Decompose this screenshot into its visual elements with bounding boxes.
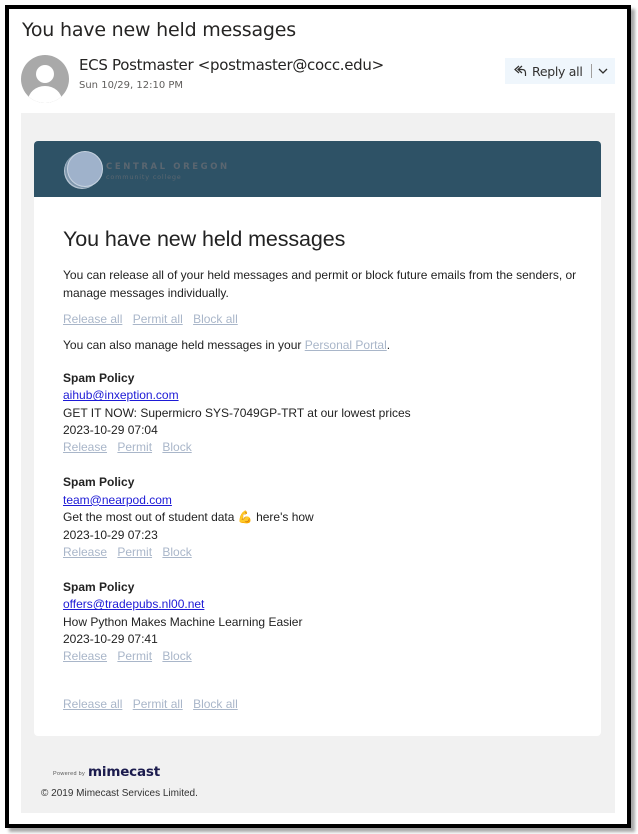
block-all-link[interactable]: Block all — [193, 697, 238, 711]
release-all-link[interactable]: Release all — [63, 312, 122, 326]
block-link[interactable]: Block — [162, 440, 191, 454]
message-datetime: 2023-10-29 07:41 — [63, 632, 158, 647]
header-banner: CENTRAL OREGON community college — [34, 141, 601, 197]
divider — [590, 64, 592, 78]
subject-text: Get the most out of student data — [63, 510, 238, 525]
release-link[interactable]: Release — [63, 545, 107, 559]
message-actions: Release Permit Block — [63, 544, 583, 561]
release-link[interactable]: Release — [63, 649, 107, 663]
personal-portal-link[interactable]: Personal Portal — [305, 338, 387, 352]
message-datetime: 2023-10-29 07:04 — [63, 422, 158, 437]
block-all-link[interactable]: Block all — [193, 312, 238, 326]
powered-by-text: Powered by — [53, 771, 86, 777]
reply-all-icon — [514, 65, 527, 76]
held-message-item: Spam Policy offers@tradepubs.nl00.net Ho… — [63, 579, 583, 665]
intro-text: You can release all of your held message… — [63, 268, 577, 300]
email-window: You have new held messages ECS Postmaste… — [5, 5, 631, 828]
message-actions: Release Permit Block — [63, 439, 583, 456]
avatar[interactable] — [21, 55, 69, 103]
flexed-biceps-icon: 💪 — [237, 510, 253, 525]
held-message-item: Spam Policy team@nearpod.com Get the mos… — [63, 474, 583, 561]
block-link[interactable]: Block — [162, 545, 191, 559]
permit-all-link[interactable]: Permit all — [133, 312, 183, 326]
portal-suffix: . — [386, 338, 391, 352]
message-subject: How Python Makes Machine Learning Easier — [63, 614, 303, 629]
footer: Powered by mimecast © 2019 Mimecast Serv… — [41, 764, 198, 799]
release-link[interactable]: Release — [63, 440, 107, 454]
portal-prefix: You can also manage held messages in you… — [63, 338, 305, 352]
mimecast-brand: mimecast — [88, 764, 160, 780]
avatar-body-icon — [28, 86, 62, 103]
logo-subtext: community college — [106, 173, 182, 181]
message-subject: GET IT NOW: Supermicro SYS-7049GP-TRT at… — [63, 405, 411, 420]
sender-link[interactable]: offers@tradepubs.nl00.net — [63, 597, 204, 611]
subject-suffix: here's how — [252, 510, 314, 525]
powered-by-mimecast-logo: Powered by mimecast — [41, 764, 198, 780]
copyright: © 2019 Mimecast Services Limited. — [41, 788, 198, 799]
message-actions: Release Permit Block — [63, 648, 583, 665]
notification-card: CENTRAL OREGON community college You hav… — [34, 141, 601, 736]
avatar-head-icon — [36, 65, 54, 83]
permit-link[interactable]: Permit — [117, 545, 152, 559]
permit-link[interactable]: Permit — [117, 649, 152, 663]
sent-date: Sun 10/29, 12:10 PM — [79, 80, 184, 91]
reply-all-label: Reply all — [532, 63, 583, 79]
chevron-down-icon[interactable] — [597, 65, 609, 77]
sender[interactable]: ECS Postmaster <postmaster@cocc.edu> — [79, 56, 384, 74]
permit-all-link[interactable]: Permit all — [133, 697, 183, 711]
held-message-item: Spam Policy aihub@inxeption.com GET IT N… — [63, 370, 583, 456]
policy-label: Spam Policy — [63, 475, 135, 490]
notification-content: You have new held messages You can relea… — [63, 227, 583, 711]
policy-label: Spam Policy — [63, 371, 135, 385]
sender-link[interactable]: team@nearpod.com — [63, 493, 172, 507]
portal-text: You can also manage held messages in you… — [63, 338, 583, 352]
message-datetime: 2023-10-29 07:23 — [63, 527, 158, 542]
logo-text: CENTRAL OREGON — [106, 162, 230, 172]
block-link[interactable]: Block — [162, 649, 191, 663]
sender-link[interactable]: aihub@inxeption.com — [63, 388, 179, 402]
email-subject: You have new held messages — [22, 19, 296, 41]
message-subject: Get the most out of student data 💪 here'… — [63, 509, 583, 526]
notification-heading: You have new held messages — [63, 227, 346, 251]
bulk-actions-bottom: Release all Permit all Block all — [63, 697, 583, 711]
permit-link[interactable]: Permit — [117, 440, 152, 454]
policy-label: Spam Policy — [63, 580, 135, 595]
reply-all-button[interactable]: Reply all — [505, 58, 615, 84]
release-all-link[interactable]: Release all — [63, 697, 122, 711]
college-logo-icon — [67, 151, 103, 187]
bulk-actions-top: Release all Permit all Block all — [63, 312, 583, 326]
message-body-container: CENTRAL OREGON community college You hav… — [21, 113, 615, 813]
